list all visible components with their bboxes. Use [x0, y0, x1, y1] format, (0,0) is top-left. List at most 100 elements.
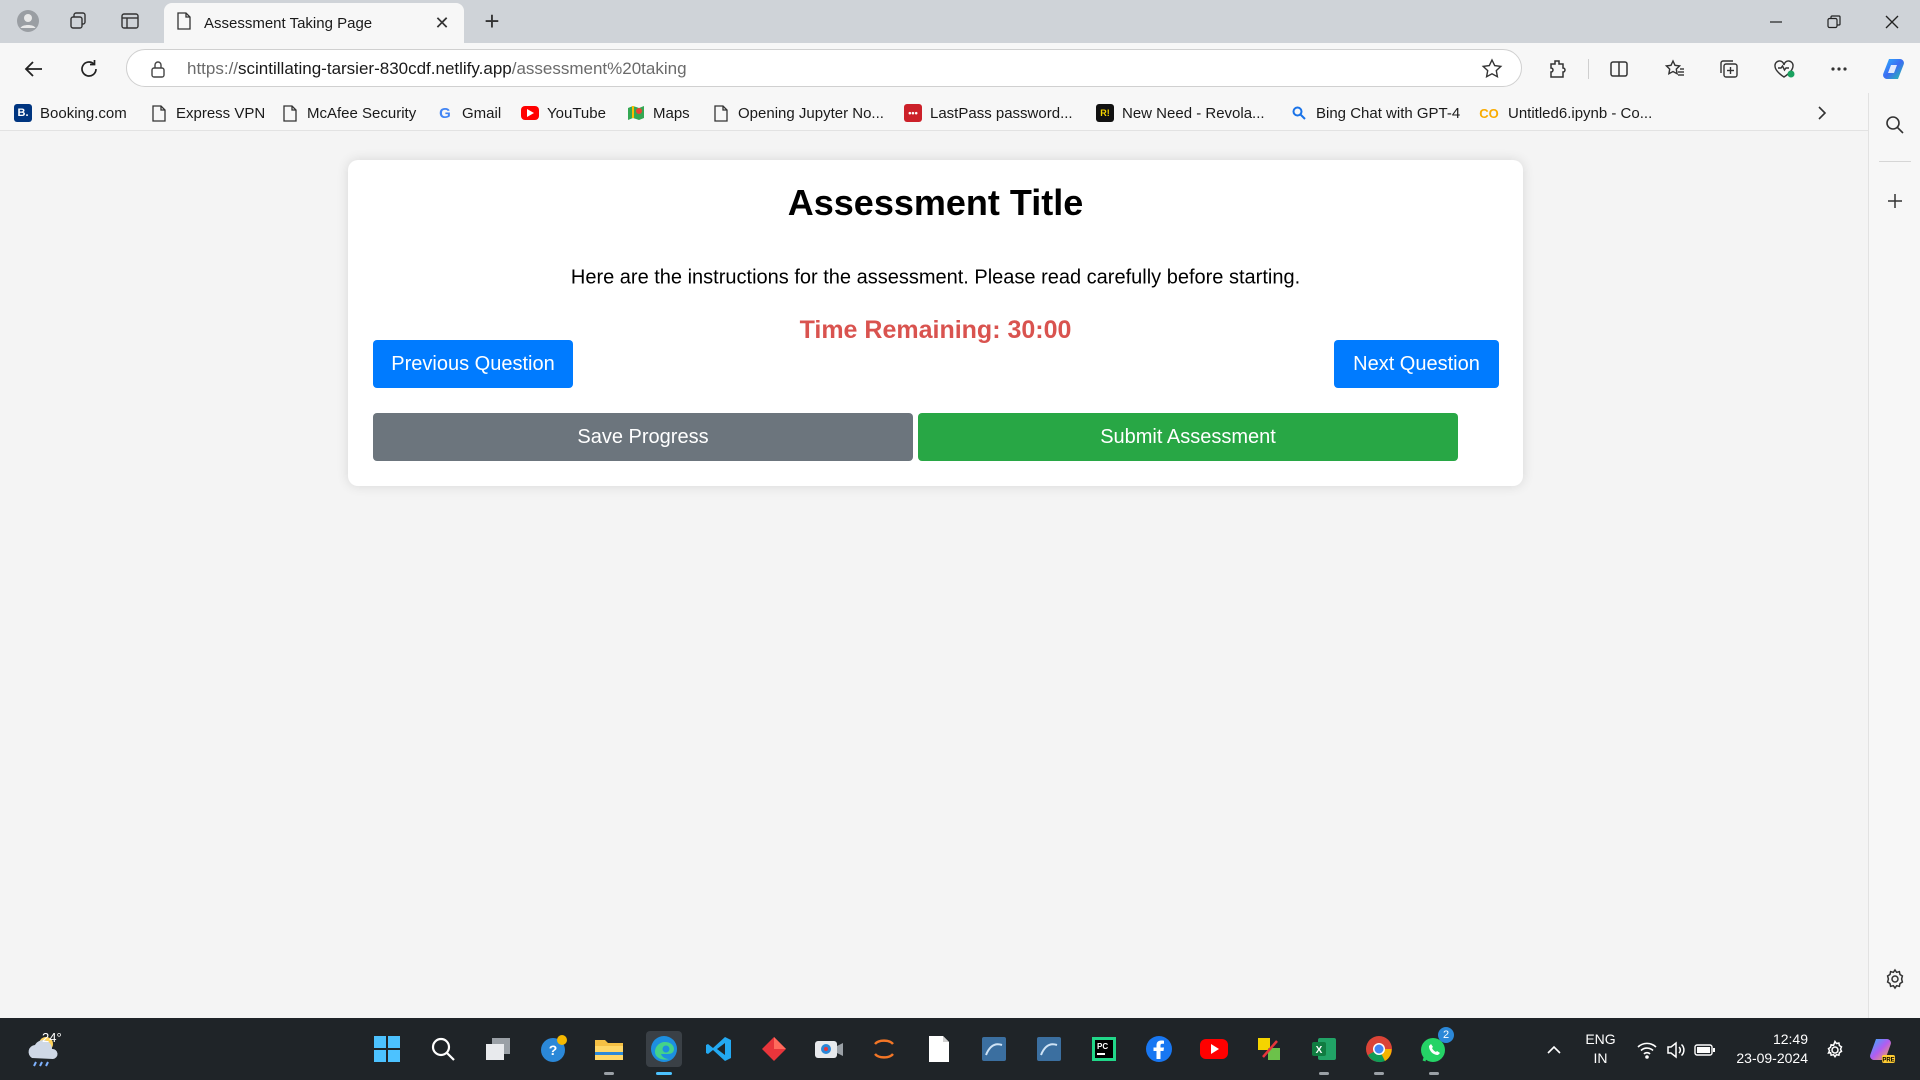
- running-indicator: [1374, 1072, 1384, 1075]
- copilot-pre-icon[interactable]: PRE: [1866, 1035, 1896, 1065]
- close-tab-icon[interactable]: ✕: [432, 13, 452, 33]
- active-indicator: [656, 1072, 672, 1075]
- running-indicator: [1429, 1072, 1439, 1075]
- extensions-icon[interactable]: [1540, 51, 1576, 87]
- mysql-workbench-2-icon[interactable]: [1031, 1031, 1067, 1067]
- red-diamond-app-icon[interactable]: [756, 1031, 792, 1067]
- svg-text:?: ?: [549, 1042, 558, 1058]
- revola-icon: R!: [1096, 104, 1114, 122]
- start-windows-icon[interactable]: [369, 1031, 405, 1067]
- bookmark-youtube[interactable]: YouTube: [521, 102, 606, 124]
- browser-sidebar: [1868, 93, 1920, 1018]
- url-path: /assessment%20taking: [511, 59, 687, 78]
- tab-actions-icon[interactable]: [114, 6, 146, 36]
- bookmark-label: Express VPN: [176, 104, 266, 122]
- url-text[interactable]: https://scintillating-tarsier-830cdf.net…: [187, 59, 687, 79]
- collections-icon[interactable]: [1711, 51, 1747, 87]
- bookmark-jupyter[interactable]: Opening Jupyter No...: [712, 102, 884, 124]
- toolbar-divider: [1588, 59, 1589, 79]
- running-indicator: [1319, 1072, 1329, 1075]
- settings-gear-icon[interactable]: [1877, 961, 1913, 997]
- bookmark-colab[interactable]: CO Untitled6.ipynb - Co...: [1478, 102, 1652, 124]
- more-options-icon[interactable]: [1821, 51, 1857, 87]
- wifi-icon[interactable]: [1636, 1039, 1658, 1061]
- browser-essentials-icon[interactable]: [1766, 51, 1802, 87]
- address-bar[interactable]: https://scintillating-tarsier-830cdf.net…: [126, 49, 1522, 87]
- copilot-icon[interactable]: [1876, 51, 1912, 87]
- next-question-button[interactable]: Next Question: [1334, 340, 1499, 388]
- lock-icon[interactable]: [147, 58, 169, 80]
- save-progress-button[interactable]: Save Progress: [373, 413, 913, 461]
- facebook-icon[interactable]: [1141, 1031, 1177, 1067]
- windows-taskbar: 24° ? PC X 2 ENG IN 12:49 23-09-2024 PRE: [0, 1018, 1920, 1080]
- taskbar-search-icon[interactable]: [425, 1031, 461, 1067]
- split-screen-icon[interactable]: [1601, 51, 1637, 87]
- sidebar-divider: [1879, 161, 1911, 162]
- youtube-icon: [521, 106, 539, 120]
- show-hidden-icons-chevron-up-icon[interactable]: [1543, 1039, 1565, 1061]
- pycharm-icon[interactable]: PC: [1086, 1031, 1122, 1067]
- bookmark-mcafee[interactable]: McAfee Security: [281, 102, 416, 124]
- help-app-icon[interactable]: ?: [536, 1031, 572, 1067]
- battery-icon[interactable]: [1694, 1039, 1716, 1061]
- bookmark-label: Bing Chat with GPT-4: [1316, 104, 1461, 122]
- running-indicator: [604, 1072, 614, 1075]
- colab-icon: CO: [1479, 105, 1499, 121]
- bookmark-label: YouTube: [547, 104, 606, 122]
- minimize-button[interactable]: [1748, 0, 1804, 43]
- clock[interactable]: 12:49 23-09-2024: [1732, 1030, 1808, 1068]
- bookmark-label: Booking.com: [40, 104, 127, 122]
- favorites-icon[interactable]: [1657, 51, 1693, 87]
- back-icon[interactable]: [16, 51, 52, 87]
- new-tab-button[interactable]: +: [476, 6, 508, 36]
- bookmark-lastpass[interactable]: ••• LastPass password...: [904, 102, 1073, 124]
- excel-icon[interactable]: X: [1306, 1031, 1342, 1075]
- chevron-right-icon[interactable]: [1810, 101, 1834, 125]
- youtube-app-icon[interactable]: [1196, 1031, 1232, 1067]
- focus-assist-gear-icon[interactable]: [1824, 1039, 1846, 1061]
- task-view-icon[interactable]: [480, 1031, 516, 1067]
- page-icon: [176, 11, 192, 35]
- restore-button[interactable]: [1806, 0, 1862, 43]
- close-window-button[interactable]: [1864, 0, 1920, 43]
- bookmark-maps[interactable]: Maps: [627, 102, 690, 124]
- add-icon[interactable]: [1877, 183, 1913, 219]
- favorite-star-icon[interactable]: [1481, 58, 1503, 80]
- profile-icon[interactable]: [12, 6, 44, 36]
- bookmark-revola[interactable]: R! New Need - Revola...: [1096, 102, 1265, 124]
- svg-text:X: X: [1316, 1045, 1323, 1056]
- file-explorer-icon[interactable]: [591, 1031, 627, 1075]
- mysql-workbench-icon[interactable]: [976, 1031, 1012, 1067]
- bookmark-gmail[interactable]: G Gmail: [436, 102, 501, 124]
- refresh-icon[interactable]: [71, 51, 107, 87]
- bookmark-bing-chat[interactable]: Bing Chat with GPT-4: [1290, 102, 1460, 124]
- submit-assessment-button[interactable]: Submit Assessment: [918, 413, 1458, 461]
- bookmark-booking[interactable]: B. Booking.com: [14, 102, 127, 124]
- edge-browser-icon[interactable]: [646, 1031, 682, 1075]
- bookmark-label: McAfee Security: [307, 104, 417, 122]
- sticky-tools-icon[interactable]: [1251, 1031, 1287, 1067]
- workspaces-icon[interactable]: [62, 6, 94, 36]
- camera-app-icon[interactable]: [811, 1031, 847, 1067]
- whatsapp-icon[interactable]: 2: [1416, 1027, 1454, 1075]
- tab-active[interactable]: Assessment Taking Page ✕: [164, 3, 464, 43]
- jupyter-icon[interactable]: [866, 1031, 902, 1067]
- volume-icon[interactable]: [1665, 1039, 1687, 1061]
- page-icon: [712, 104, 730, 122]
- navigation-bar: https://scintillating-tarsier-830cdf.net…: [0, 43, 1920, 93]
- chrome-icon[interactable]: [1361, 1031, 1397, 1075]
- bookmark-express-vpn[interactable]: Express VPN: [150, 102, 265, 124]
- booking-icon: B.: [14, 104, 32, 122]
- vscode-icon[interactable]: [701, 1031, 737, 1067]
- previous-question-button[interactable]: Previous Question: [373, 340, 573, 388]
- language-indicator[interactable]: ENG IN: [1578, 1030, 1623, 1068]
- svg-text:PRE: PRE: [1882, 1058, 1894, 1064]
- bookmark-label: New Need - Revola...: [1122, 104, 1265, 122]
- assessment-instructions: Here are the instructions for the assess…: [570, 266, 1301, 289]
- bing-search-icon: [1290, 104, 1308, 122]
- search-icon[interactable]: [1877, 107, 1913, 143]
- bookmarks-bar: B. Booking.com Express VPN McAfee Securi…: [0, 93, 1920, 131]
- bookmark-label: Opening Jupyter No...: [738, 104, 884, 122]
- bookmark-label: Maps: [653, 104, 690, 122]
- document-icon[interactable]: [921, 1031, 957, 1067]
